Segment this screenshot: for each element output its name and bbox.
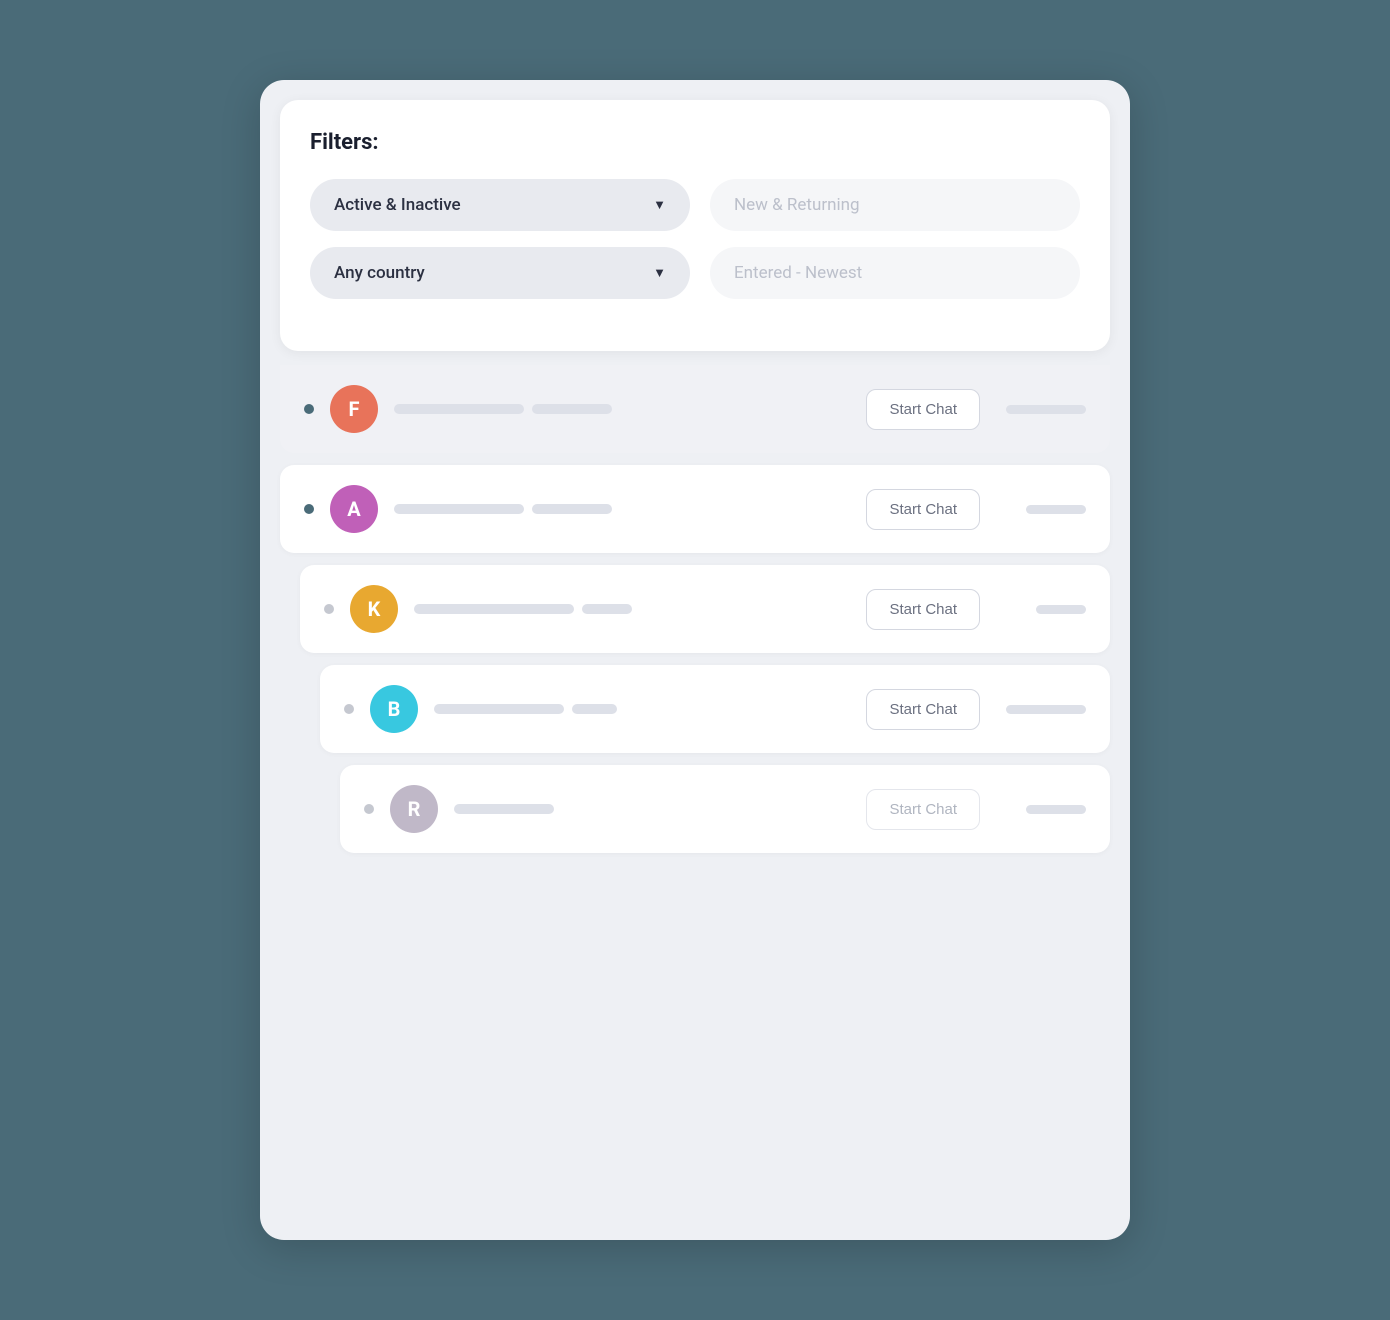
status-dot xyxy=(364,804,374,814)
meta-bar xyxy=(996,705,1086,714)
avatar: A xyxy=(330,485,378,533)
start-chat-button[interactable]: Start Chat xyxy=(866,689,980,730)
info-row xyxy=(434,704,850,714)
visitor-row: R Start Chat xyxy=(340,765,1110,853)
meta-bar xyxy=(996,605,1086,614)
meta-line xyxy=(1026,505,1086,514)
visitor-row: F Start Chat xyxy=(280,365,1110,453)
tag-placeholder xyxy=(572,704,617,714)
visitor-info xyxy=(394,504,850,514)
meta-line xyxy=(1006,405,1086,414)
info-row xyxy=(394,404,850,414)
visitor-row: B Start Chat xyxy=(320,665,1110,753)
avatar: B xyxy=(370,685,418,733)
start-chat-button[interactable]: Start Chat xyxy=(866,789,980,830)
status-dot xyxy=(304,504,314,514)
start-chat-button[interactable]: Start Chat xyxy=(866,589,980,630)
filters-card: Filters: Active & Inactive ▼ New & Retur… xyxy=(280,100,1110,351)
status-filter-label: Active & Inactive xyxy=(334,195,461,215)
visitor-info xyxy=(394,404,850,414)
name-placeholder xyxy=(414,604,574,614)
avatar: K xyxy=(350,585,398,633)
meta-line xyxy=(1026,805,1086,814)
avatar: R xyxy=(390,785,438,833)
filters-title: Filters: xyxy=(310,130,1080,155)
visitor-info xyxy=(414,604,850,614)
chevron-down-icon-2: ▼ xyxy=(653,265,666,281)
info-row xyxy=(394,504,850,514)
info-row xyxy=(454,804,850,814)
start-chat-button[interactable]: Start Chat xyxy=(866,389,980,430)
filters-row-2: Any country ▼ Entered - Newest xyxy=(310,247,1080,299)
visitor-row: K Start Chat xyxy=(300,565,1110,653)
status-dot xyxy=(344,704,354,714)
name-placeholder xyxy=(434,704,564,714)
visitor-info xyxy=(454,804,850,814)
country-filter-label: Any country xyxy=(334,263,425,283)
tag-placeholder xyxy=(532,404,612,414)
country-filter-select[interactable]: Any country ▼ xyxy=(310,247,690,299)
tag-placeholder xyxy=(582,604,632,614)
name-placeholder xyxy=(394,404,524,414)
meta-bar xyxy=(996,505,1086,514)
info-row xyxy=(414,604,850,614)
start-chat-button[interactable]: Start Chat xyxy=(866,489,980,530)
visitors-list: F Start Chat A xyxy=(260,365,1130,853)
meta-line xyxy=(1036,605,1086,614)
name-placeholder xyxy=(454,804,554,814)
status-dot xyxy=(304,404,314,414)
visitor-info xyxy=(434,704,850,714)
new-returning-filter[interactable]: New & Returning xyxy=(710,179,1080,231)
status-dot xyxy=(324,604,334,614)
meta-bar xyxy=(996,405,1086,414)
meta-bar xyxy=(996,805,1086,814)
chevron-down-icon: ▼ xyxy=(653,197,666,213)
filters-row-1: Active & Inactive ▼ New & Returning xyxy=(310,179,1080,231)
meta-line xyxy=(1006,705,1086,714)
name-placeholder xyxy=(394,504,524,514)
avatar: F xyxy=(330,385,378,433)
visitor-row: A Start Chat xyxy=(280,465,1110,553)
tag-placeholder xyxy=(532,504,612,514)
status-filter-select[interactable]: Active & Inactive ▼ xyxy=(310,179,690,231)
main-card: Filters: Active & Inactive ▼ New & Retur… xyxy=(260,80,1130,1240)
entered-sort-filter[interactable]: Entered - Newest xyxy=(710,247,1080,299)
